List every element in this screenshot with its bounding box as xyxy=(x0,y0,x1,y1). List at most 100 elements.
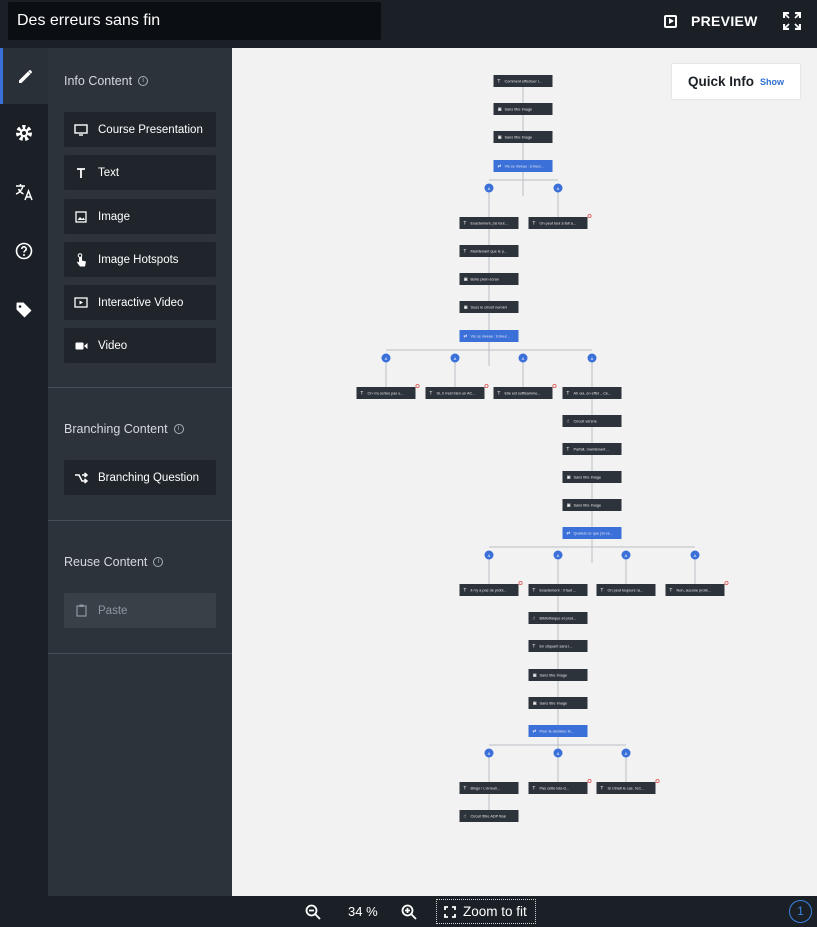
video-button[interactable]: Video xyxy=(64,328,216,363)
graph-node[interactable]: ☝ Bibliothèque et prod... xyxy=(528,612,588,624)
graph-node-label: Pas cette lois-ci... xyxy=(540,787,570,791)
graph-node[interactable]: ⇄ Pour la dernière fo... xyxy=(528,725,588,737)
content-title-input[interactable]: Des erreurs sans fin xyxy=(8,2,381,40)
image-icon: ▣ xyxy=(464,278,468,283)
graph-node-label: Sans titre Image xyxy=(505,108,533,112)
image-hotspots-button[interactable]: Image Hotspots xyxy=(64,242,216,277)
graph-node-label: Elle est suffisamme... xyxy=(505,392,541,396)
info-icon[interactable]: i xyxy=(153,557,164,567)
image-button[interactable]: Image xyxy=(64,199,216,234)
graph-node[interactable]: T Bingo ! L'érreuh... xyxy=(459,782,519,794)
text-button[interactable]: Text xyxy=(64,155,216,190)
alternative-label: A xyxy=(454,356,457,361)
graph-node[interactable]: ⇄ Quelest ce que j'ai ce... xyxy=(562,527,622,539)
zoom-to-fit-button[interactable]: Zoom to fit xyxy=(436,899,536,924)
graph-node[interactable]: T On peut toujours ra... xyxy=(596,584,656,596)
graph-node[interactable]: T Exactement : Il faut ... xyxy=(528,584,588,596)
hotspot-icon: ☝ xyxy=(567,419,570,425)
graph-node[interactable]: ⇄ Vis ce niveau : Erreur... xyxy=(459,330,519,342)
graph-node[interactable]: ▣ Boîte plein écran xyxy=(459,273,519,285)
branching-content-heading: Branching Content i xyxy=(64,422,184,436)
text-icon xyxy=(74,166,88,180)
branching-question-label: Branching Question xyxy=(98,471,200,484)
branching-graph[interactable]: A AA A A AA A A AA A AT Comment effectuer l...▣ San… xyxy=(232,48,817,896)
text-icon: T xyxy=(532,588,536,594)
branch-icon: ⇄ xyxy=(567,531,571,537)
alternative-label: A xyxy=(625,751,628,756)
graph-node[interactable]: T Elle est suffisamme... xyxy=(493,383,557,399)
graph-node[interactable]: ▣ Sans titre Image xyxy=(493,103,553,115)
graph-node[interactable]: ▣ Sans titre Image xyxy=(493,131,553,143)
fullscreen-icon[interactable] xyxy=(783,12,801,30)
reuse-content-title: Reuse Content xyxy=(64,555,148,569)
image-hotspots-label: Image Hotspots xyxy=(98,253,179,266)
preview-button[interactable]: PREVIEW xyxy=(664,10,758,32)
course-presentation-button[interactable]: Course Presentation xyxy=(64,112,216,147)
alternative-label: A xyxy=(522,356,525,361)
rail-item-help[interactable] xyxy=(0,223,48,279)
graph-node[interactable]: T Comment effectuer l... xyxy=(493,75,553,87)
info-icon[interactable]: i xyxy=(173,424,184,434)
graph-node[interactable]: ⇄ Vis ce niveau : Erreur... xyxy=(493,160,553,172)
graph-node[interactable]: T On n'a certes pas e... xyxy=(356,383,420,399)
graph-node[interactable]: ▣ Sans titre Image xyxy=(528,697,588,709)
graph-node[interactable]: T Non, aucune probl... xyxy=(665,581,729,596)
app-window: Des erreurs sans fin PREVIEW Info Conten… xyxy=(0,0,817,927)
graph-node-label: Vis ce niveau : Erreur... xyxy=(505,165,544,169)
alternative-label: A xyxy=(694,553,697,558)
text-icon: T xyxy=(360,391,364,397)
zoom-level: 34 % xyxy=(348,904,378,919)
graph-node[interactable]: ▣ Sans titre Image xyxy=(562,471,622,483)
section-divider xyxy=(48,520,232,521)
branch-icon: ⇄ xyxy=(464,334,468,340)
text-icon: T xyxy=(532,221,536,227)
zoom-out-icon[interactable] xyxy=(305,904,321,920)
graph-node[interactable]: T Ah oui, en effet ...Ce... xyxy=(562,387,622,399)
graph-node[interactable]: ☝ Circuit filtre ADP final xyxy=(459,810,519,822)
rail-item-edit[interactable] xyxy=(0,48,48,104)
interactive-video-button[interactable]: Interactive Video xyxy=(64,285,216,320)
image-icon: ▣ xyxy=(533,674,537,679)
graph-node-label: En cliquant sans l... xyxy=(540,645,573,649)
graph-node[interactable]: T Si c'était le cas, l'eC... xyxy=(596,779,660,794)
zoom-in-icon[interactable] xyxy=(401,904,417,920)
rail-item-settings[interactable] xyxy=(0,105,48,161)
graph-node[interactable]: T Il n'y a pas de probl... xyxy=(459,581,523,596)
image-icon: ▣ xyxy=(464,306,468,311)
graph-node[interactable]: T En cliquant sans l... xyxy=(528,640,588,652)
loop-warning-icon xyxy=(587,213,592,218)
graph-node[interactable]: T Pas cette lois-ci... xyxy=(528,779,592,794)
graph-node-label: Circuit vérsné xyxy=(574,420,597,424)
branching-canvas[interactable]: A A A A A A A A A A A A A T Comment effectuer l... ▣ San… xyxy=(232,48,817,896)
section-divider xyxy=(48,387,232,388)
interactive-video-icon xyxy=(74,296,88,310)
graph-node[interactable]: ▣ Sous le circuit numéri xyxy=(459,301,519,313)
video-label: Video xyxy=(98,339,128,352)
quick-info-show-link[interactable]: Show xyxy=(760,77,784,87)
alternative-label: A xyxy=(488,186,491,191)
graph-node[interactable]: ☝ Circuit vérsné xyxy=(562,415,622,427)
graph-node[interactable]: T On peut tout à fait a... xyxy=(528,213,592,229)
info-content-title: Info Content xyxy=(64,74,133,88)
rail-item-translate[interactable] xyxy=(0,164,48,220)
graph-node[interactable]: ▣ Sans titre Image xyxy=(528,669,588,681)
rail-item-metadata[interactable] xyxy=(0,282,48,338)
branching-question-button[interactable]: Branching Question xyxy=(64,460,216,495)
graph-node-label: Parfait, maintenant ... xyxy=(574,448,610,452)
info-icon[interactable]: i xyxy=(138,76,149,86)
alternative-label: A xyxy=(557,553,560,558)
graph-node-label: Ah oui, en effet ...Ce... xyxy=(574,392,612,396)
graph-node-label: Sans titre Image xyxy=(505,136,533,140)
help-icon xyxy=(15,242,33,260)
image-icon: ▣ xyxy=(567,476,571,481)
graph-node[interactable]: T Exactement, j'ai tout... xyxy=(459,217,519,229)
graph-node[interactable]: T Si, il n'est bien un AC... xyxy=(425,383,489,399)
pencil-icon xyxy=(18,70,32,83)
graph-node[interactable]: T Maintenant que le p... xyxy=(459,245,519,257)
graph-node-label: Bibliothèque et prod... xyxy=(540,617,577,621)
graph-node[interactable]: T Parfait, maintenant ... xyxy=(562,443,622,455)
preview-label: PREVIEW xyxy=(691,13,758,29)
graph-node[interactable]: ▣ Sans titre Image xyxy=(562,499,622,511)
graph-node-label: Sous le circuit numéri xyxy=(471,306,507,310)
tour-help-badge[interactable]: 1 xyxy=(789,900,812,923)
